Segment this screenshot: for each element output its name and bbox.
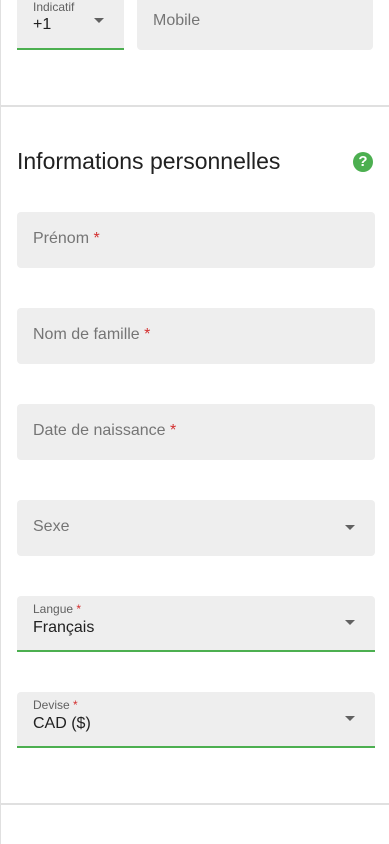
chevron-down-icon bbox=[94, 18, 104, 23]
naissance-field[interactable]: Date de naissance * bbox=[17, 404, 375, 460]
langue-select[interactable]: Langue * Français bbox=[17, 596, 375, 652]
devise-value: CAD ($) bbox=[33, 715, 91, 732]
section-title: Informations personnelles bbox=[17, 148, 281, 174]
chevron-down-icon bbox=[345, 525, 355, 530]
chevron-down-icon bbox=[345, 716, 355, 721]
langue-label: Langue * bbox=[33, 602, 81, 616]
indicatif-label: Indicatif bbox=[33, 0, 75, 14]
devise-label: Devise * bbox=[33, 698, 78, 712]
naissance-label: Date de naissance * bbox=[33, 422, 176, 440]
indicatif-select[interactable]: Indicatif +1 bbox=[17, 0, 124, 50]
mobile-placeholder: Mobile bbox=[153, 12, 201, 29]
required-marker: * bbox=[73, 698, 78, 712]
required-marker: * bbox=[169, 422, 177, 439]
devise-select[interactable]: Devise * CAD ($) bbox=[17, 692, 375, 748]
required-marker: * bbox=[93, 230, 100, 247]
prenom-label: Prénom * bbox=[33, 230, 100, 248]
left-border bbox=[0, 0, 1, 844]
mobile-input[interactable]: Mobile bbox=[137, 0, 373, 50]
prenom-label-text: Prénom bbox=[33, 230, 90, 247]
page: Indicatif +1 Mobile Informations personn… bbox=[0, 0, 389, 844]
naissance-label-text: Date de naissance bbox=[33, 422, 166, 439]
required-marker: * bbox=[144, 326, 151, 343]
indicatif-value: +1 bbox=[33, 16, 52, 33]
sexe-label: Sexe bbox=[33, 518, 70, 535]
langue-label-text: Langue bbox=[33, 602, 74, 616]
divider bbox=[0, 803, 389, 805]
langue-value: Français bbox=[33, 619, 95, 636]
nom-label: Nom de famille * bbox=[33, 326, 150, 344]
nom-field[interactable]: Nom de famille * bbox=[17, 308, 375, 364]
nom-label-text: Nom de famille bbox=[33, 326, 140, 343]
divider bbox=[0, 105, 389, 107]
prenom-field[interactable]: Prénom * bbox=[17, 212, 375, 268]
required-marker: * bbox=[76, 602, 82, 616]
chevron-down-icon bbox=[345, 620, 355, 625]
help-icon[interactable]: ? bbox=[353, 152, 373, 172]
devise-label-text: Devise bbox=[33, 698, 70, 712]
sexe-select[interactable]: Sexe bbox=[17, 500, 375, 556]
